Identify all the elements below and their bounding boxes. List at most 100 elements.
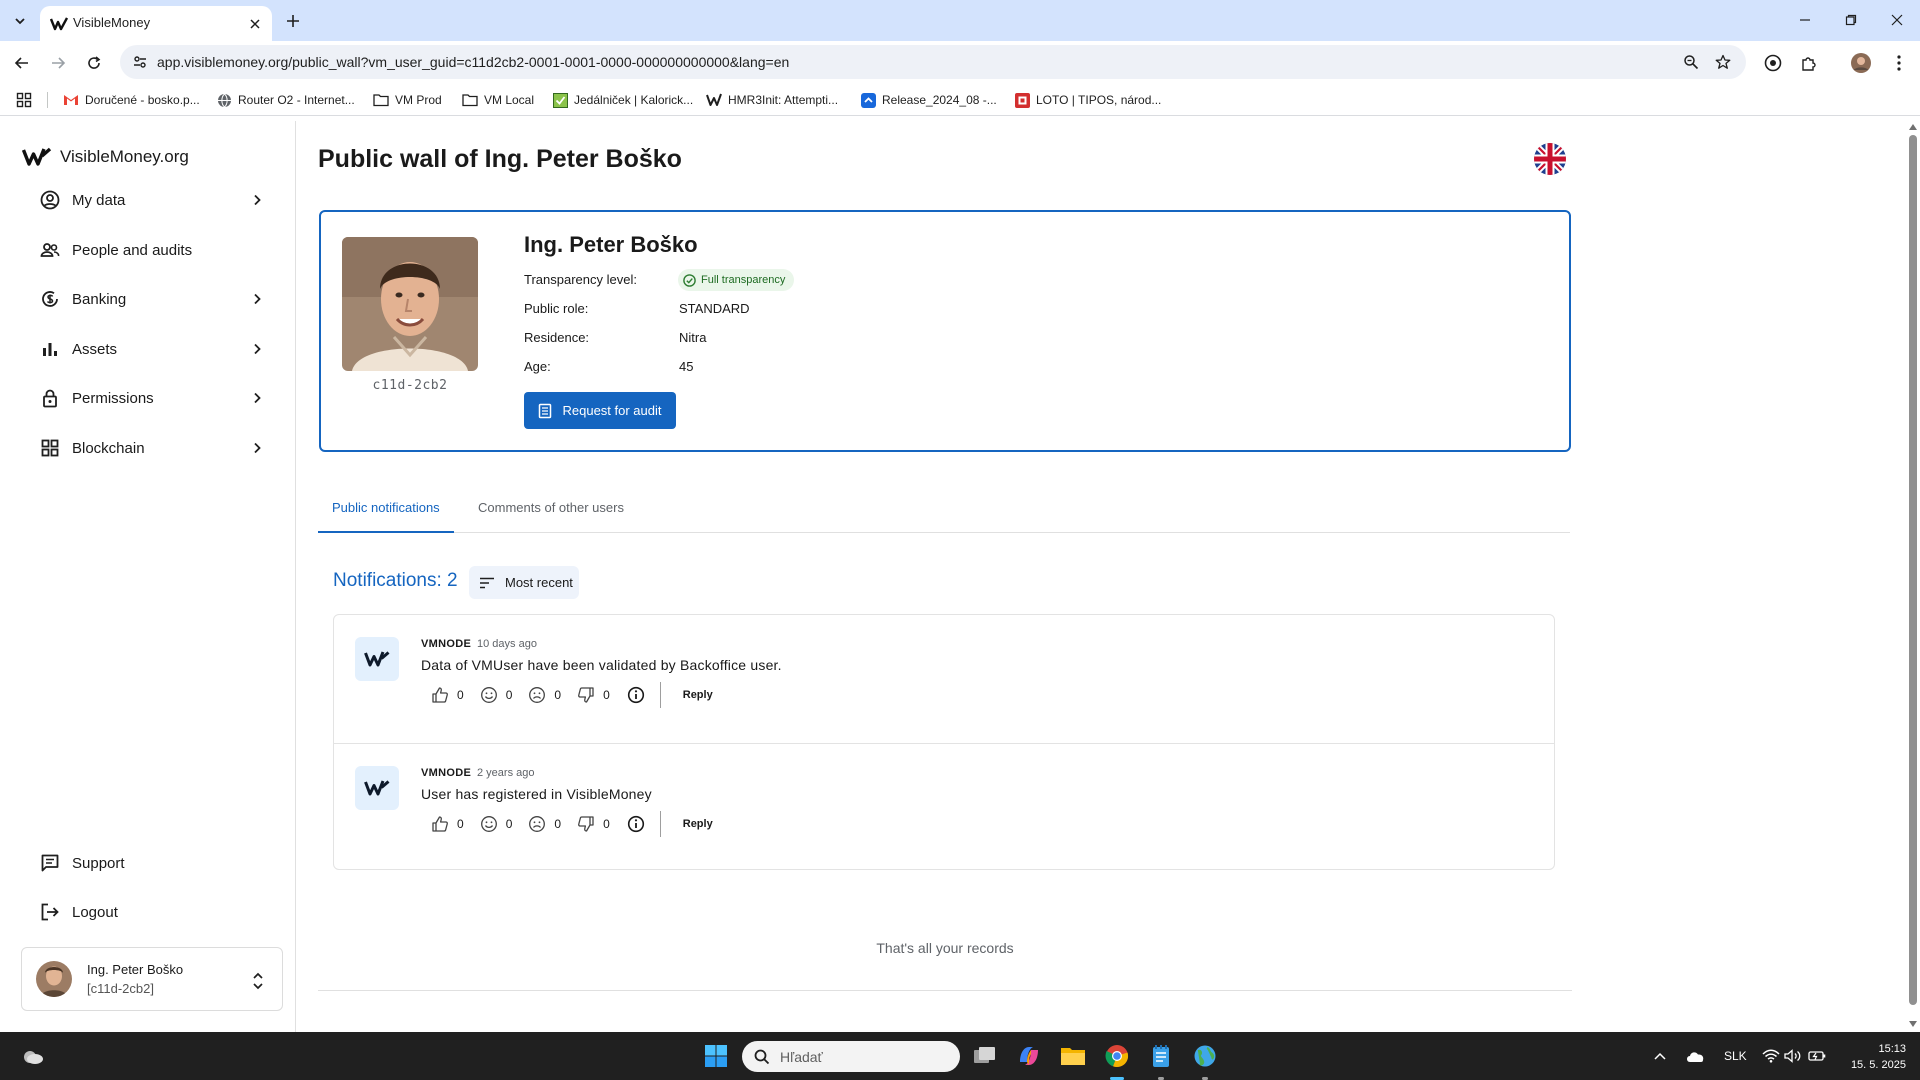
bookmark-tipos[interactable]: LOTO | TIPOS, národ... bbox=[1014, 91, 1161, 109]
url-text[interactable]: app.visiblemoney.org/public_wall?vm_user… bbox=[157, 54, 789, 70]
scroll-up-arrow-icon[interactable] bbox=[1909, 123, 1917, 131]
sidebar-item-assets[interactable]: Assets bbox=[40, 334, 266, 364]
bookmark-release[interactable]: Release_2024_08 -... bbox=[860, 91, 997, 109]
bookmark-vm-prod[interactable]: VM Prod bbox=[373, 91, 442, 109]
jira-icon bbox=[860, 92, 876, 108]
sidebar-item-label: Permissions bbox=[72, 389, 154, 407]
tab-comments-of-other-users[interactable]: Comments of other users bbox=[464, 488, 638, 533]
tab-search-chevron-icon[interactable] bbox=[8, 9, 32, 33]
sidebar-item-banking[interactable]: Banking bbox=[40, 284, 266, 314]
onedrive-cloud-icon[interactable] bbox=[1685, 1032, 1705, 1080]
new-tab-plus-icon[interactable] bbox=[282, 10, 304, 32]
show-hidden-icons-chevron-icon[interactable] bbox=[1654, 1032, 1666, 1080]
zoom-magnifier-icon[interactable] bbox=[1682, 53, 1700, 71]
chrome-taskbar-icon[interactable] bbox=[1102, 1041, 1132, 1080]
request-audit-button[interactable]: Request for audit bbox=[524, 392, 676, 429]
sidebar-item-permissions[interactable]: Permissions bbox=[40, 383, 266, 413]
profile-card: c11d-2cb2 Ing. Peter Boško Transparency … bbox=[319, 210, 1571, 452]
smile-reaction[interactable]: 0 bbox=[480, 686, 512, 704]
notifications-list: VMNODE 10 days ago Data of VMUser have b… bbox=[333, 614, 1555, 870]
bookmark-hmr3init[interactable]: HMR3Init: Attempti... bbox=[706, 91, 838, 109]
account-circle-icon bbox=[40, 190, 60, 210]
windows-start-icon[interactable] bbox=[701, 1041, 731, 1071]
reload-icon[interactable] bbox=[82, 51, 106, 75]
tab-public-notifications[interactable]: Public notifications bbox=[318, 488, 454, 533]
reply-button[interactable]: Reply bbox=[683, 818, 713, 830]
task-view-icon[interactable] bbox=[970, 1041, 1000, 1071]
profile-photo bbox=[342, 237, 478, 371]
sidebar-item-label: Banking bbox=[72, 290, 127, 308]
taskbar-search-input[interactable]: Hľadať bbox=[742, 1041, 960, 1072]
banking-icon bbox=[40, 289, 60, 309]
avatar bbox=[36, 961, 72, 997]
sidebar-item-my-data[interactable]: My data bbox=[40, 185, 266, 215]
sad-reaction[interactable]: 0 bbox=[528, 815, 561, 833]
extensions-puzzle-icon[interactable] bbox=[1798, 52, 1820, 74]
divider bbox=[318, 990, 1572, 991]
bookmark-kaloricke[interactable]: Jedálniček | Kalorick... bbox=[552, 91, 693, 109]
battery-icon[interactable] bbox=[1808, 1032, 1826, 1080]
tab-close-icon[interactable] bbox=[246, 15, 264, 33]
browser-tab[interactable]: VisibleMoney bbox=[40, 6, 272, 41]
uk-flag-language-icon[interactable] bbox=[1534, 143, 1566, 175]
page-scrollbar[interactable] bbox=[1906, 121, 1920, 1032]
address-bar[interactable]: app.visiblemoney.org/public_wall?vm_user… bbox=[120, 45, 1746, 79]
scroll-down-arrow-icon[interactable] bbox=[1909, 1020, 1917, 1028]
smile-reaction[interactable]: 0 bbox=[480, 815, 512, 833]
extension-shield-icon[interactable] bbox=[1762, 52, 1784, 74]
info-icon[interactable] bbox=[626, 814, 646, 834]
profile-avatar-icon[interactable] bbox=[1850, 52, 1872, 74]
user-switcher[interactable]: Ing. Peter Boško [c11d-2cb2] bbox=[21, 947, 283, 1011]
end-of-records-note: That's all your records bbox=[876, 940, 1014, 956]
sidebar-item-label: Logout bbox=[72, 903, 118, 921]
dislike-reaction[interactable]: 0 bbox=[577, 686, 610, 704]
sidebar-item-people-and-audits[interactable]: People and audits bbox=[40, 235, 266, 265]
sidebar-item-label: Assets bbox=[72, 340, 118, 358]
globe-app-icon[interactable] bbox=[1190, 1041, 1220, 1080]
forward-arrow-icon[interactable] bbox=[46, 51, 70, 75]
like-reaction[interactable]: 0 bbox=[431, 686, 464, 704]
file-explorer-icon[interactable] bbox=[1058, 1041, 1088, 1071]
dislike-count: 0 bbox=[603, 688, 610, 702]
language-indicator[interactable]: SLK bbox=[1724, 1032, 1747, 1080]
sidebar-item-logout[interactable]: Logout bbox=[40, 897, 266, 927]
wifi-icon[interactable] bbox=[1762, 1032, 1780, 1080]
thumb-down-icon bbox=[577, 686, 595, 704]
browser-menu-icon[interactable] bbox=[1888, 52, 1910, 74]
profile-code: c11d-2cb2 bbox=[372, 378, 448, 393]
scrollbar-thumb[interactable] bbox=[1909, 135, 1917, 1005]
system-clock[interactable]: 15:13 15. 5. 2025 bbox=[1836, 1041, 1906, 1073]
volume-icon[interactable] bbox=[1784, 1032, 1802, 1080]
app-logo[interactable]: VisibleMoney.org bbox=[22, 147, 189, 167]
vmnode-avatar bbox=[355, 766, 399, 810]
window-close-icon[interactable] bbox=[1874, 6, 1920, 34]
restore-icon[interactable] bbox=[1828, 6, 1874, 34]
bookmark-gmail[interactable]: Doručené - bosko.p... bbox=[63, 91, 200, 109]
sad-reaction[interactable]: 0 bbox=[528, 686, 561, 704]
sort-button[interactable]: Most recent bbox=[469, 566, 579, 599]
bookmark-router[interactable]: Router O2 - Internet... bbox=[216, 91, 355, 109]
chevron-right-icon bbox=[248, 389, 266, 407]
sidebar-item-blockchain[interactable]: Blockchain bbox=[40, 433, 266, 463]
bookmark-label: LOTO | TIPOS, národ... bbox=[1036, 93, 1162, 107]
back-arrow-icon[interactable] bbox=[10, 51, 34, 75]
site-info-icon[interactable] bbox=[132, 54, 148, 70]
dislike-reaction[interactable]: 0 bbox=[577, 815, 610, 833]
reply-button[interactable]: Reply bbox=[683, 689, 713, 701]
user-name: Ing. Peter Boško bbox=[87, 962, 184, 977]
notepad-icon[interactable] bbox=[1146, 1041, 1176, 1080]
reactions-divider bbox=[659, 682, 661, 708]
sad-face-icon bbox=[528, 815, 546, 833]
apps-grid-icon[interactable] bbox=[16, 91, 32, 109]
sidebar-item-support[interactable]: Support bbox=[40, 848, 266, 878]
like-reaction[interactable]: 0 bbox=[431, 815, 464, 833]
clock-date: 15. 5. 2025 bbox=[1850, 1059, 1906, 1071]
minimize-icon[interactable] bbox=[1782, 6, 1828, 34]
info-icon[interactable] bbox=[626, 685, 646, 705]
bookmark-star-icon[interactable] bbox=[1714, 53, 1732, 71]
weather-widget-icon[interactable] bbox=[18, 1041, 48, 1071]
reactions-bar: 0 0 0 0 Reply bbox=[431, 811, 713, 837]
bookmark-vm-local[interactable]: VM Local bbox=[462, 91, 534, 109]
age-value: 45 bbox=[679, 359, 694, 374]
copilot-icon[interactable] bbox=[1014, 1041, 1044, 1071]
